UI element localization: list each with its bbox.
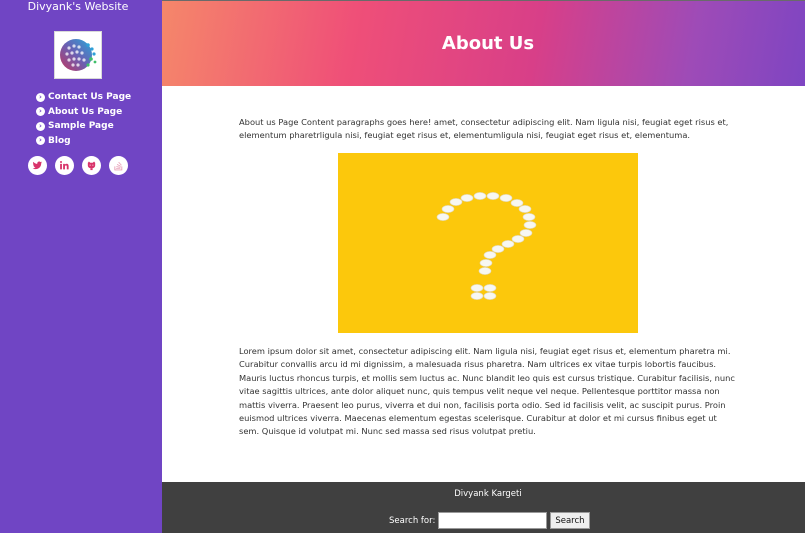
body-paragraph: Lorem ipsum dolor sit amet, consectetur … [239, 346, 735, 437]
social-links [28, 156, 136, 175]
site-logo[interactable] [54, 31, 102, 79]
sidebar-item-label: Blog [48, 135, 71, 146]
pills-question-mark-icon [436, 192, 537, 300]
chevron-right-circle-icon: › [36, 92, 45, 102]
linkedin-link[interactable] [55, 156, 74, 175]
sidebar: Divyank's Website › Contact Us Page › Ab… [0, 0, 162, 533]
linkedin-icon [60, 161, 69, 170]
sidebar-item-contact[interactable]: › Contact Us Page [36, 90, 131, 105]
search-button[interactable]: Search [550, 512, 590, 529]
page-footer: Divyank Kargeti Search for: Search [162, 482, 805, 533]
sidebar-item-about[interactable]: › About Us Page [36, 105, 131, 120]
search-input[interactable] [438, 512, 548, 529]
chevron-right-circle-icon: › [36, 121, 45, 131]
chevron-right-circle-icon: › [36, 107, 45, 117]
twitter-icon [32, 161, 43, 170]
sidebar-item-label: Contact Us Page [48, 92, 132, 103]
sidebar-item-label: Sample Page [48, 121, 114, 132]
github-link[interactable] [82, 156, 101, 175]
page-header: About Us [162, 0, 805, 86]
question-mark-image [338, 153, 638, 333]
stackoverflow-icon [114, 161, 123, 171]
chevron-right-circle-icon: › [36, 136, 45, 146]
footer-search-form: Search for: Search [389, 512, 590, 529]
dot-globe-logo-icon [60, 39, 97, 71]
twitter-link[interactable] [28, 156, 47, 175]
sidebar-item-sample[interactable]: › Sample Page [36, 119, 131, 134]
page: Divyank's Website › Contact Us Page › Ab… [0, 0, 805, 533]
search-label: Search for: [389, 515, 436, 526]
intro-paragraph: About us Page Content paragraphs goes he… [239, 117, 729, 141]
stackoverflow-link[interactable] [109, 156, 128, 175]
sidebar-nav: › Contact Us Page › About Us Page › Samp… [36, 90, 131, 148]
site-title[interactable]: Divyank's Website [0, 0, 156, 13]
page-title: About Us [441, 33, 535, 54]
sidebar-item-label: About Us Page [48, 106, 123, 117]
sidebar-item-blog[interactable]: › Blog [36, 134, 131, 149]
footer-author-name: Divyank Kargeti [454, 489, 522, 499]
github-icon [87, 161, 96, 171]
